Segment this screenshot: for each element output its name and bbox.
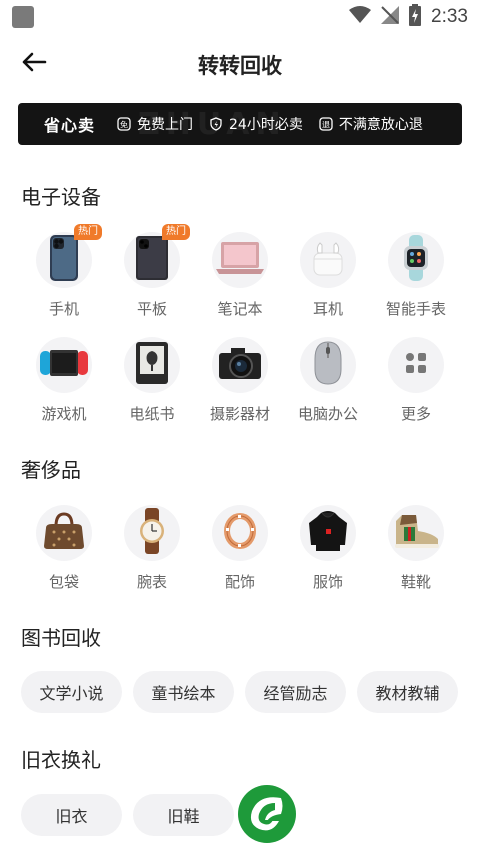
phone-icon (47, 234, 81, 286)
svg-text:退: 退 (322, 121, 330, 130)
category-apparel[interactable]: 服饰 (284, 505, 372, 592)
hot-badge: 热门 (74, 224, 102, 240)
status-bar: 2:33 (0, 0, 480, 34)
shield-lightning-icon (209, 117, 223, 131)
banner-feature: 24小时必卖 (209, 114, 303, 134)
banner-feature: 免 免费上门 (117, 114, 193, 134)
more-grid-icon (405, 352, 427, 378)
category-computer-office[interactable]: 电脑办公 (284, 337, 372, 424)
section-title-luxury: 奢侈品 (21, 458, 81, 482)
hot-badge: 热门 (162, 224, 190, 240)
clothes-category-old-clothes[interactable]: 旧衣 (21, 794, 122, 836)
sneaker-icon (392, 513, 440, 553)
earbuds-icon (308, 239, 348, 281)
category-handbag[interactable]: 包袋 (20, 505, 108, 592)
section-title-books: 图书回收 (21, 626, 101, 650)
book-category-textbooks[interactable]: 教材教辅 (357, 671, 458, 713)
book-category-children[interactable]: 童书绘本 (133, 671, 234, 713)
banner-feature: 退 不满意放心退 (319, 114, 423, 134)
service-banner[interactable]: ZHUAN 省心卖 免 免费上门 24小时必卖 退 不满意放心退 (18, 103, 462, 145)
smartwatch-icon (400, 235, 432, 285)
laptop-icon (215, 240, 265, 280)
book-category-business[interactable]: 经管励志 (245, 671, 346, 713)
page-title: 转转回收 (198, 54, 282, 78)
wifi-icon (349, 6, 372, 28)
leaf-logo-icon (237, 784, 297, 844)
category-accessories[interactable]: 配饰 (196, 505, 284, 592)
tablet-icon (134, 235, 170, 285)
wristwatch-icon (137, 508, 167, 558)
header: 转转回收 (0, 38, 480, 90)
category-game-console[interactable]: 游戏机 (20, 337, 108, 424)
section-title-electronics: 电子设备 (21, 185, 101, 209)
category-earbuds[interactable]: 耳机 (284, 232, 372, 319)
jacket-icon (307, 509, 349, 557)
ring-icon (220, 511, 260, 555)
category-camera[interactable]: 摄影器材 (196, 337, 284, 424)
category-wristwatch[interactable]: 腕表 (108, 505, 196, 592)
category-shoes[interactable]: 鞋靴 (372, 505, 460, 592)
game-console-icon (40, 348, 88, 382)
return-icon: 退 (319, 117, 333, 131)
section-title-clothes: 旧衣换礼 (21, 748, 101, 772)
book-category-literature[interactable]: 文学小说 (21, 671, 122, 713)
clothes-category-old-shoes[interactable]: 旧鞋 (133, 794, 234, 836)
no-signal-icon (381, 6, 400, 28)
category-tablet[interactable]: 热门 平板 (108, 224, 196, 319)
svg-text:免: 免 (120, 120, 128, 130)
status-icons: 2:33 (349, 4, 468, 30)
category-smartwatch[interactable]: 智能手表 (372, 232, 460, 319)
exempt-icon: 免 (117, 117, 131, 131)
category-phone[interactable]: 热门 手机 (20, 224, 108, 319)
notification-icon (12, 6, 34, 28)
banner-brand: 省心卖 (44, 116, 96, 135)
category-laptop[interactable]: 笔记本 (196, 232, 284, 319)
clock: 2:33 (431, 6, 468, 27)
category-more[interactable]: 更多 (372, 337, 460, 424)
ereader-icon (135, 341, 169, 389)
battery-charging-icon (409, 4, 422, 30)
handbag-icon (42, 512, 86, 554)
mouse-icon (313, 341, 343, 389)
category-ereader[interactable]: 电纸书 (108, 337, 196, 424)
camera-icon (217, 345, 263, 385)
